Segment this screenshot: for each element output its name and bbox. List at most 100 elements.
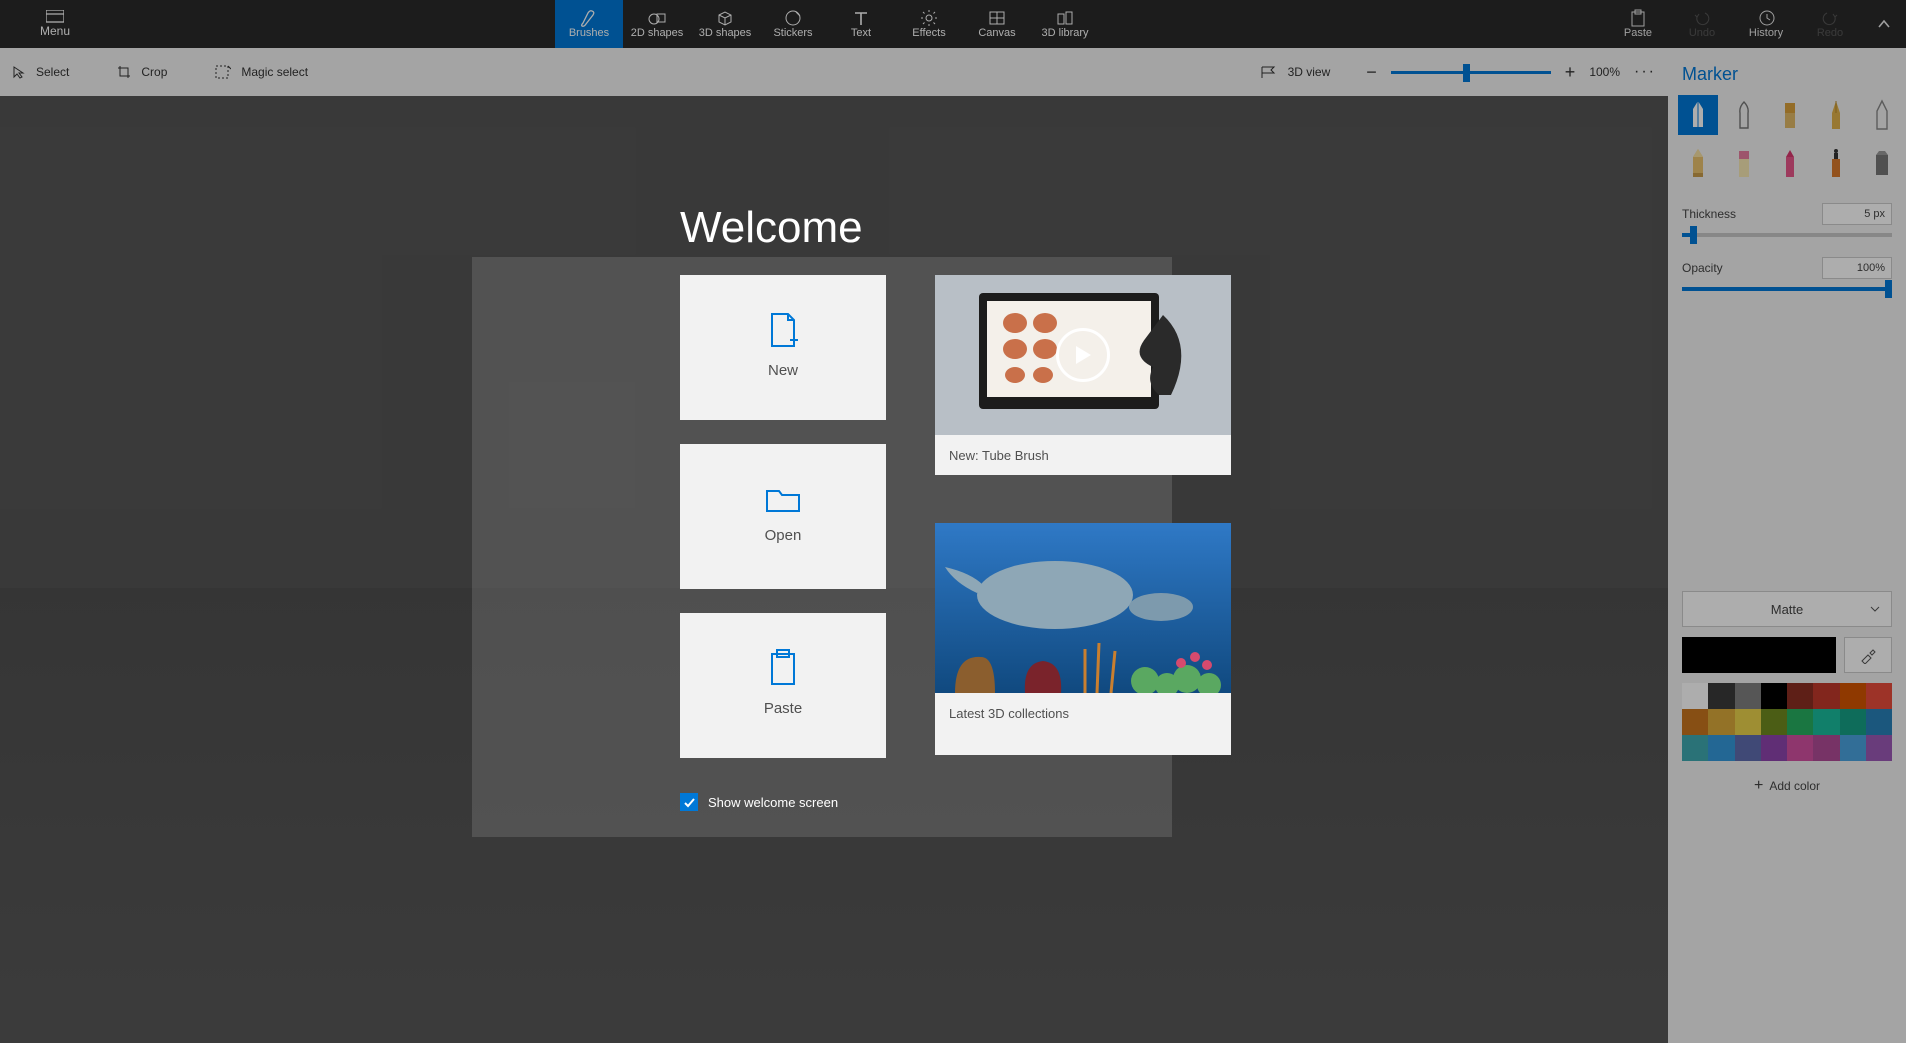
tool-canvas[interactable]: Canvas <box>963 0 1031 48</box>
opacity-thumb[interactable] <box>1885 280 1892 298</box>
opacity-label: Opacity <box>1682 261 1723 275</box>
effects-icon <box>919 9 939 27</box>
zoom-slider[interactable] <box>1391 71 1551 74</box>
redo-label: Redo <box>1817 27 1843 39</box>
color-swatch[interactable] <box>1682 683 1708 709</box>
color-swatch[interactable] <box>1813 709 1839 735</box>
undo-button[interactable]: Undo <box>1670 0 1734 48</box>
brush-calligraphy[interactable] <box>1724 95 1764 135</box>
menu-button[interactable]: Menu <box>0 0 110 48</box>
crop-tool[interactable]: Crop <box>117 65 167 79</box>
color-swatches <box>1682 683 1892 761</box>
menu-label: Menu <box>40 24 70 38</box>
brush-oil[interactable] <box>1770 95 1810 135</box>
welcome-paste-card[interactable]: Paste <box>680 613 886 758</box>
color-swatch[interactable] <box>1787 709 1813 735</box>
current-color[interactable] <box>1682 637 1836 673</box>
brush-fill[interactable] <box>1862 143 1902 183</box>
brush-eraser[interactable] <box>1724 143 1764 183</box>
tool-2d-shapes[interactable]: 2D shapes <box>623 0 691 48</box>
cursor-icon <box>12 65 26 79</box>
color-swatch[interactable] <box>1761 683 1787 709</box>
color-swatch[interactable] <box>1866 683 1892 709</box>
crop-icon <box>117 65 131 79</box>
eyedropper-button[interactable] <box>1844 637 1892 673</box>
tool-brushes-label: Brushes <box>569 27 609 39</box>
select-tool[interactable]: Select <box>12 65 69 79</box>
color-swatch[interactable] <box>1866 709 1892 735</box>
tool-text[interactable]: Text <box>827 0 895 48</box>
thickness-value[interactable]: 5 px <box>1822 203 1892 225</box>
material-label: Matte <box>1771 602 1804 617</box>
add-color-button[interactable]: + Add color <box>1682 771 1892 801</box>
3d-view-toggle[interactable]: 3D view <box>1260 65 1331 79</box>
redo-button[interactable]: Redo <box>1798 0 1862 48</box>
tool-2d-label: 2D shapes <box>631 27 684 39</box>
thickness-thumb[interactable] <box>1690 226 1697 244</box>
magic-select-tool[interactable]: Magic select <box>215 65 308 79</box>
collapse-panel-button[interactable] <box>1862 0 1906 48</box>
color-swatch[interactable] <box>1866 735 1892 761</box>
material-select[interactable]: Matte <box>1682 591 1892 627</box>
zoom-value: 100% <box>1589 65 1620 79</box>
collection-art <box>935 523 1231 693</box>
brush-marker[interactable] <box>1678 95 1718 135</box>
more-button[interactable]: ··· <box>1634 63 1656 81</box>
brush-crayon[interactable] <box>1770 143 1810 183</box>
color-swatch[interactable] <box>1735 735 1761 761</box>
welcome-video-card[interactable]: New: Tube Brush <box>935 275 1231 475</box>
color-swatch[interactable] <box>1682 735 1708 761</box>
brush-pixel-pen[interactable] <box>1862 95 1902 135</box>
opacity-row: Opacity 100% <box>1682 257 1892 279</box>
panel-title: Marker <box>1682 64 1906 85</box>
welcome-3d-card[interactable]: Latest 3D collections <box>935 523 1231 755</box>
color-swatch[interactable] <box>1787 683 1813 709</box>
welcome-title: Welcome <box>680 203 863 253</box>
color-swatch[interactable] <box>1813 683 1839 709</box>
brush-icon <box>579 9 599 27</box>
welcome-new-card[interactable]: New <box>680 275 886 420</box>
collection-thumbnail <box>935 523 1231 693</box>
paste-button[interactable]: Paste <box>1606 0 1670 48</box>
magic-label: Magic select <box>241 65 308 79</box>
tool-stickers[interactable]: Stickers <box>759 0 827 48</box>
tool-effects[interactable]: Effects <box>895 0 963 48</box>
tool-stickers-label: Stickers <box>773 27 812 39</box>
opacity-slider[interactable] <box>1682 287 1892 291</box>
color-swatch[interactable] <box>1708 735 1734 761</box>
color-swatch[interactable] <box>1813 735 1839 761</box>
history-button[interactable]: History <box>1734 0 1798 48</box>
welcome-open-card[interactable]: Open <box>680 444 886 589</box>
color-swatch[interactable] <box>1761 735 1787 761</box>
color-swatch[interactable] <box>1840 735 1866 761</box>
color-swatch[interactable] <box>1735 709 1761 735</box>
opacity-value[interactable]: 100% <box>1822 257 1892 279</box>
redo-icon <box>1821 9 1839 27</box>
brush-pencil[interactable] <box>1678 143 1718 183</box>
color-swatch[interactable] <box>1761 709 1787 735</box>
tool-effects-label: Effects <box>912 27 945 39</box>
tool-brushes[interactable]: Brushes <box>555 0 623 48</box>
color-swatch[interactable] <box>1787 735 1813 761</box>
color-swatch[interactable] <box>1840 683 1866 709</box>
checkbox-icon <box>680 793 698 811</box>
zoom-out-button[interactable]: − <box>1366 62 1377 83</box>
thickness-slider[interactable] <box>1682 233 1892 237</box>
welcome-paste-label: Paste <box>764 700 802 717</box>
color-swatch[interactable] <box>1840 709 1866 735</box>
brush-spray[interactable] <box>1816 143 1856 183</box>
color-swatch[interactable] <box>1708 709 1734 735</box>
tool-3d-library[interactable]: 3D library <box>1031 0 1099 48</box>
thickness-label: Thickness <box>1682 207 1736 221</box>
tool-3d-shapes[interactable]: 3D shapes <box>691 0 759 48</box>
shapes2d-icon <box>647 9 667 27</box>
add-color-label: Add color <box>1769 779 1820 793</box>
zoom-slider-thumb[interactable] <box>1463 64 1470 82</box>
color-swatch[interactable] <box>1682 709 1708 735</box>
color-swatch[interactable] <box>1708 683 1734 709</box>
brush-watercolor[interactable] <box>1816 95 1856 135</box>
show-welcome-checkbox[interactable]: Show welcome screen <box>680 793 838 811</box>
color-swatch[interactable] <box>1735 683 1761 709</box>
welcome-new-label: New <box>768 362 798 379</box>
zoom-in-button[interactable]: + <box>1565 62 1576 83</box>
